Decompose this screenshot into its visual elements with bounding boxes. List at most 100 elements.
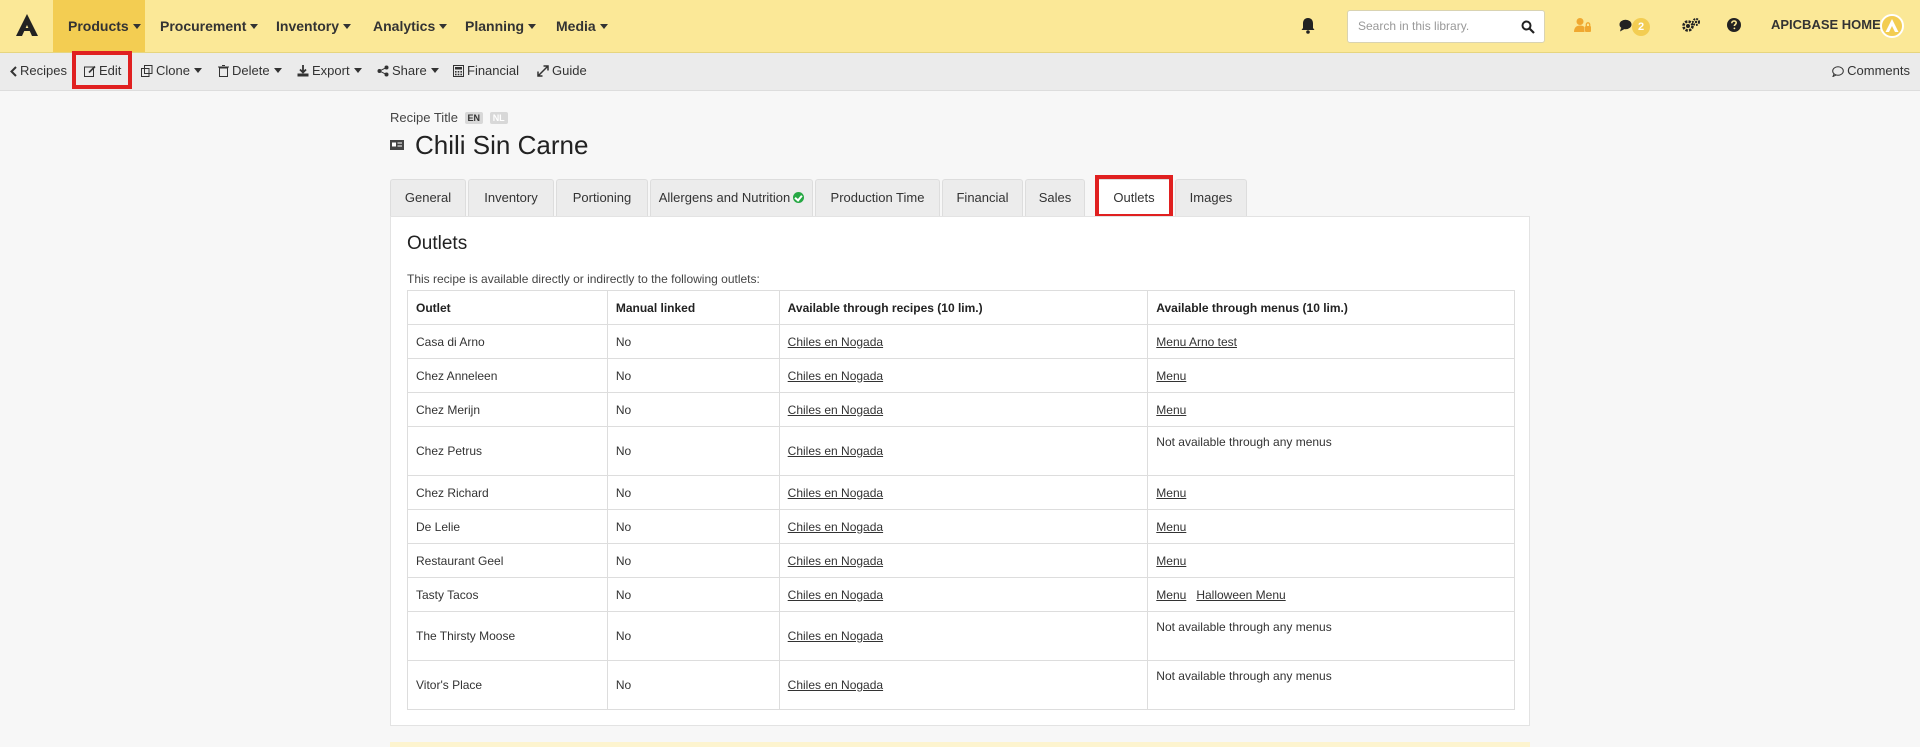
top-navbar: Products Procurement Inventory Analytics… (0, 0, 1920, 53)
recipe-link[interactable]: Chiles en Nogada (788, 403, 883, 417)
recipe-link[interactable]: Chiles en Nogada (788, 520, 883, 534)
search-input[interactable] (1358, 19, 1518, 33)
export-button[interactable]: Export (297, 53, 362, 89)
nav-media[interactable]: Media (556, 0, 608, 52)
manual-linked-cell: No (606, 543, 780, 578)
chevron-down-icon (430, 68, 439, 73)
no-menus-text: Not available through any menus (1156, 620, 1332, 634)
chevron-down-icon (273, 68, 282, 73)
user-lock-icon[interactable] (1574, 17, 1592, 33)
manual-linked-cell: No (606, 426, 780, 476)
guide-button[interactable]: Guide (537, 53, 587, 89)
account-menu[interactable]: APICBASE HOME (1771, 0, 1881, 50)
menus-cell: Menu (1147, 543, 1515, 578)
recipes-cell: Chiles en Nogada (778, 358, 1149, 393)
comment-icon (1832, 66, 1844, 78)
no-menus-text: Not available through any menus (1156, 435, 1332, 449)
recipe-toolbar: Recipes Edit Clone Delete Export Share F… (0, 53, 1920, 91)
chevron-down-icon (353, 68, 362, 73)
manual-linked-cell: No (606, 324, 780, 359)
apicbase-logo-icon[interactable] (14, 12, 40, 38)
edit-highlight-box (72, 51, 132, 89)
menu-link[interactable]: Menu (1156, 588, 1186, 602)
bell-icon[interactable] (1300, 17, 1316, 34)
table-header-row: Outlet Manual linked Available through r… (407, 290, 1515, 325)
trash-icon (218, 65, 229, 77)
comments-button[interactable]: Comments (1832, 53, 1910, 89)
clone-button[interactable]: Clone (141, 53, 202, 89)
menu-link[interactable]: Menu (1156, 554, 1186, 568)
table-row: The Thirsty Moose No Chiles en Nogada Not a… (407, 611, 1515, 661)
recipe-link[interactable]: Chiles en Nogada (788, 588, 883, 602)
chat-icon[interactable] (1619, 19, 1632, 32)
recipe-link[interactable]: Chiles en Nogada (788, 444, 883, 458)
recipe-title-label: Recipe Title EN NL (390, 110, 508, 125)
outlet-name-cell: Chez Richard (407, 475, 608, 510)
lang-en-badge[interactable]: EN (464, 112, 484, 124)
tab-general[interactable]: General (390, 179, 466, 217)
back-to-recipes-link[interactable]: Recipes (10, 53, 67, 89)
column-header: Available through menus (10 lim.) (1147, 290, 1515, 325)
tab-portioning[interactable]: Portioning (556, 179, 648, 217)
help-icon[interactable] (1727, 18, 1741, 32)
financial-button[interactable]: Financial (453, 53, 519, 89)
menus-cell: Menu (1147, 358, 1515, 393)
no-menus-text: Not available through any menus (1156, 669, 1332, 683)
tab-images[interactable]: Images (1175, 179, 1247, 217)
manual-linked-cell: No (606, 660, 780, 710)
share-button[interactable]: Share (377, 53, 439, 89)
menu-link[interactable]: Menu Arno test (1156, 335, 1237, 349)
manual-linked-cell: No (606, 611, 780, 661)
tab-inventory[interactable]: Inventory (468, 179, 554, 217)
tab-allergens-nutrition[interactable]: Allergens and Nutrition (650, 179, 813, 217)
menu-link[interactable]: Menu (1156, 369, 1186, 383)
tab-financial[interactable]: Financial (942, 179, 1023, 217)
chevron-down-icon (599, 24, 608, 29)
avatar[interactable] (1880, 14, 1904, 38)
nav-procurement[interactable]: Procurement (160, 0, 259, 52)
outlet-name-cell: Vitor's Place (407, 660, 608, 710)
menu-link[interactable]: Halloween Menu (1196, 588, 1285, 602)
recipe-card-icon (390, 140, 404, 150)
chevron-down-icon (528, 24, 537, 29)
tab-sales[interactable]: Sales (1025, 179, 1085, 217)
tab-production-time[interactable]: Production Time (815, 179, 940, 217)
lang-nl-badge[interactable]: NL (489, 112, 508, 124)
recipe-link[interactable]: Chiles en Nogada (788, 486, 883, 500)
menu-link[interactable]: Menu (1156, 403, 1186, 417)
column-header: Outlet (407, 290, 608, 325)
recipe-link[interactable]: Chiles en Nogada (788, 369, 883, 383)
chevron-down-icon (343, 24, 352, 29)
search-icon[interactable] (1521, 20, 1535, 34)
outlet-name-cell: Chez Merijn (407, 392, 608, 427)
outlet-name-cell: Tasty Tacos (407, 577, 608, 612)
chevron-down-icon (250, 24, 259, 29)
chevron-down-icon (132, 24, 141, 29)
nav-products[interactable]: Products (53, 0, 145, 52)
menus-cell: Menu (1147, 509, 1515, 544)
download-icon (297, 65, 309, 77)
nav-planning[interactable]: Planning (465, 0, 537, 52)
table-row: Chez Merijn No Chiles en Nogada Menu (407, 392, 1515, 427)
menu-link[interactable]: Menu (1156, 486, 1186, 500)
chevron-down-icon (439, 24, 448, 29)
outlet-name-cell: De Lelie (407, 509, 608, 544)
recipes-cell: Chiles en Nogada (778, 475, 1149, 510)
recipes-cell: Chiles en Nogada (778, 611, 1149, 661)
search-box[interactable] (1347, 10, 1545, 43)
share-icon (377, 65, 389, 77)
nav-inventory[interactable]: Inventory (276, 0, 352, 52)
column-header: Available through recipes (10 lim.) (778, 290, 1149, 325)
delete-button[interactable]: Delete (218, 53, 282, 89)
recipe-link[interactable]: Chiles en Nogada (788, 629, 883, 643)
menu-link[interactable]: Menu (1156, 520, 1186, 534)
gears-icon[interactable] (1681, 17, 1701, 33)
menus-cell: Menu (1147, 475, 1515, 510)
outlet-name-cell: Restaurant Geel (407, 543, 608, 578)
outlet-name-cell: Chez Petrus (407, 426, 608, 476)
recipe-link[interactable]: Chiles en Nogada (788, 554, 883, 568)
recipe-link[interactable]: Chiles en Nogada (788, 678, 883, 692)
recipe-link[interactable]: Chiles en Nogada (788, 335, 883, 349)
recipes-cell: Chiles en Nogada (778, 577, 1149, 612)
nav-analytics[interactable]: Analytics (373, 0, 448, 52)
